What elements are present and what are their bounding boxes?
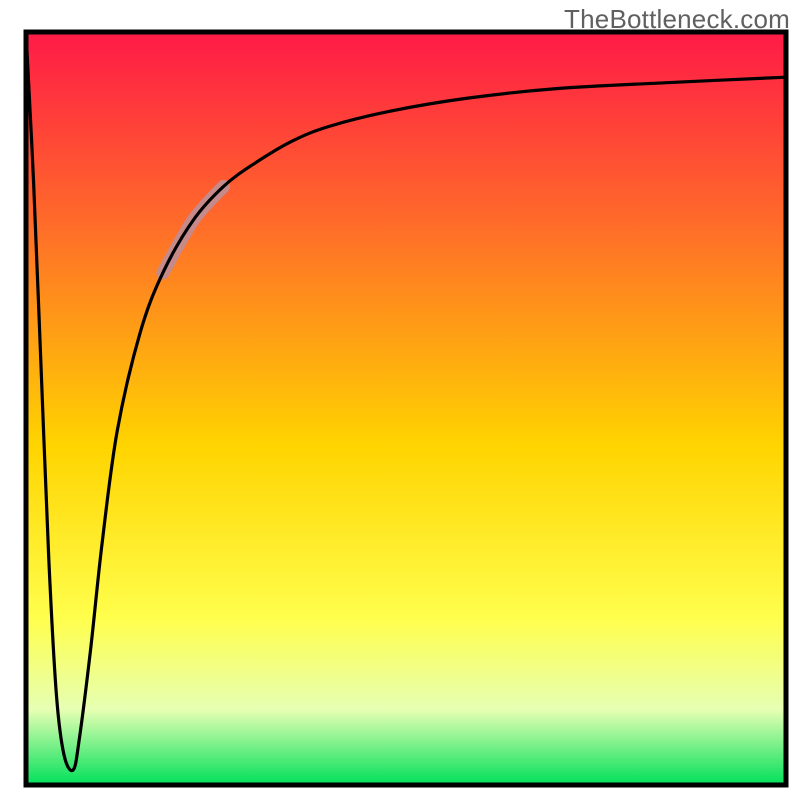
- bottleneck-chart: [0, 0, 800, 800]
- plot-background: [26, 32, 786, 785]
- attribution-label: TheBottleneck.com: [564, 4, 790, 35]
- chart-stage: TheBottleneck.com: [0, 0, 800, 800]
